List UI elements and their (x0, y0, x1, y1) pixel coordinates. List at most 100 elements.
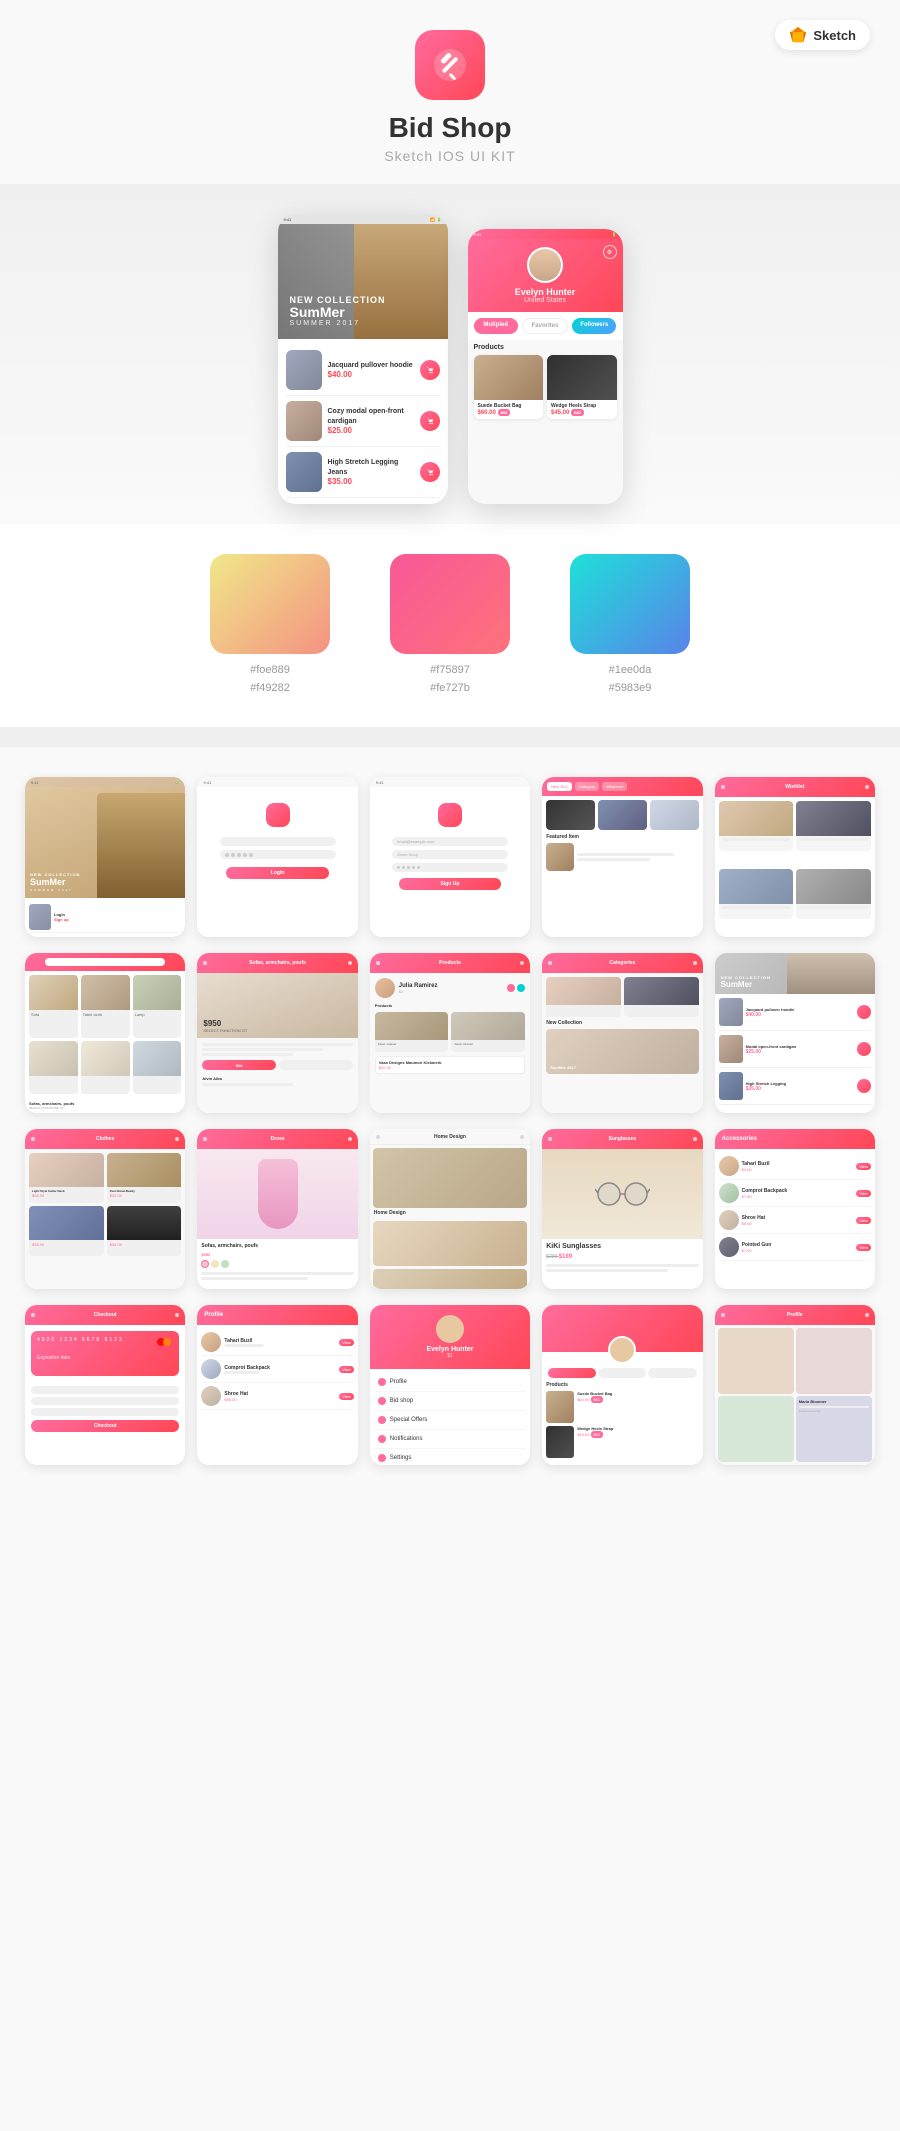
furn-save-btn[interactable] (279, 1060, 353, 1070)
product-card-img-2 (547, 355, 617, 400)
cat-item-img-1 (546, 843, 574, 871)
exp-date-input[interactable] (31, 1397, 179, 1405)
cvv-input[interactable] (31, 1408, 179, 1416)
menu-user-name: Evelyn Hunter (376, 1346, 524, 1353)
fashion-season: SumMer (30, 877, 80, 888)
acc-view-btn-4[interactable]: View (856, 1244, 871, 1251)
pp-tab-3[interactable] (648, 1368, 696, 1378)
menu-item-notifications[interactable]: Notifications (374, 1430, 526, 1449)
cart-btn-3[interactable] (420, 462, 440, 482)
interior-header: Home Design (370, 1129, 530, 1145)
signup-password-field[interactable] (392, 863, 508, 872)
cart-icon[interactable] (517, 984, 525, 992)
app-title: Bid Shop (20, 112, 880, 144)
furn-detail-body: Bid Alvin Alba (197, 1038, 357, 1113)
acc-person-3: Shroe Hat $5.00 View (719, 1207, 871, 1234)
cat-cell-2 (598, 800, 647, 830)
screen-interior: Home Design Home Design (370, 1129, 530, 1289)
tab-mutipled[interactable]: Mutipled (474, 318, 518, 334)
checkout-button[interactable]: Checkout (31, 1420, 179, 1432)
screens-row-3: Clothes Light Style Halter Neck $28.00 (25, 1129, 875, 1289)
color-pink-card (390, 554, 510, 654)
new-shop-grid-top (546, 977, 698, 1017)
coll-cart-1[interactable] (857, 1005, 871, 1019)
fs-cell-2: Table cloth (81, 975, 130, 1038)
menu-item-settings[interactable]: Settings (374, 1449, 526, 1465)
pd-grid: Saver strainer Saver strainer (375, 1012, 525, 1052)
color-teal-label: #1ee0da #5983e9 (570, 662, 690, 697)
wishlist-header: Wishlist (715, 777, 875, 797)
color-yellow-opt[interactable] (211, 1260, 219, 1268)
pl-btn-1[interactable]: View (339, 1339, 354, 1346)
card-num-input[interactable] (31, 1386, 179, 1394)
page-header: Sketch Bid Shop Sketch IOS UI KIT (0, 0, 900, 184)
dress-header: Dress (197, 1129, 357, 1149)
pp-tab-1[interactable] (548, 1368, 596, 1378)
profile-name: Evelyn Hunter (476, 287, 615, 297)
signup-button[interactable]: Sign Up (399, 878, 501, 890)
ns-item-1 (546, 977, 621, 1017)
acc-view-btn-2[interactable]: View (856, 1190, 871, 1197)
signup-email-field[interactable]: email@example.com (392, 837, 508, 846)
pp-tab-2[interactable] (598, 1368, 646, 1378)
screen-product-profile: Products Suede Bucket Bag $60.00 BID Wed… (542, 1305, 702, 1465)
login-button[interactable]: Login (226, 867, 328, 879)
acc-view-btn-1[interactable]: View (856, 1163, 871, 1170)
pl-btn-3[interactable]: View (339, 1393, 354, 1400)
profile-list-header: Profile (197, 1305, 357, 1325)
login-password-field[interactable] (220, 850, 336, 859)
cat-tag-new[interactable]: New 3in1 (547, 782, 572, 791)
mastercard-icon (157, 1337, 173, 1347)
coll-cart-2[interactable] (857, 1042, 871, 1056)
color-pink-label: #f75897 #fe727b (390, 662, 510, 697)
cat-tag-whatever[interactable]: Whatever (602, 782, 627, 791)
tab-followers[interactable]: Followers (572, 318, 616, 334)
cart-btn-2[interactable] (420, 411, 440, 431)
coll-cart-3[interactable] (857, 1079, 871, 1093)
wish-item-2 (796, 801, 871, 851)
seller-avatar (375, 978, 395, 998)
signup-name-field[interactable]: Given Shop (392, 850, 508, 859)
collection-text: New collection SumMer SUMMER 2017 (290, 295, 386, 327)
cat-tag-category[interactable]: Category (575, 782, 599, 791)
menu-item-offers[interactable]: Special Offers (374, 1411, 526, 1430)
login-status: 9:41 (197, 777, 357, 787)
pp-prod-row-1: Suede Bucket Bag $60.00 BID (546, 1391, 698, 1423)
furn-bid-btn[interactable]: Bid (202, 1060, 276, 1070)
clothes-item-4: $35.00 (107, 1206, 182, 1256)
acc-view-btn-3[interactable]: View (856, 1217, 871, 1224)
new-shop-body: New Collection SumMer 2017 (542, 973, 702, 1113)
screen-product-detail: Products Julia Ramirez $1 (370, 953, 530, 1113)
hero-phone-collection: 9:41 📶 🔋 New collection SumMer SUMMER 20… (278, 214, 448, 504)
cat-cell-3 (650, 800, 699, 830)
product-item-2: Cozy modal open-front cardigan $25.00 (286, 396, 440, 447)
login-username-field[interactable] (220, 837, 336, 846)
color-warm-card (210, 554, 330, 654)
sun-description (542, 1264, 702, 1278)
fs-cell-1: Sofa (29, 975, 78, 1038)
cart-btn-1[interactable] (420, 360, 440, 380)
screen-accessories: Accessories Tahari Buzil $4.00 View (715, 1129, 875, 1289)
screen-profile-list: Profile Tahari Buzil View Com (197, 1305, 357, 1465)
fs-cell-6 (133, 1041, 182, 1095)
menu-item-bidshop[interactable]: Bid shop (374, 1392, 526, 1411)
login-logo (266, 803, 290, 827)
menu-item-profile[interactable]: Profile (374, 1373, 526, 1392)
p2-cell-3 (796, 1328, 872, 1394)
screen-login: 9:41 Login (197, 777, 357, 937)
product-card-img-1 (474, 355, 544, 400)
p2-cell-2 (718, 1396, 794, 1462)
featured-label: Featured Item (546, 834, 698, 840)
color-teal-card (570, 554, 690, 654)
color-pink-opt[interactable] (201, 1260, 209, 1268)
app-subtitle: Sketch IOS UI KIT (20, 148, 880, 164)
tab-favorites[interactable]: Favorites (522, 318, 568, 334)
fashion-year: SUMMER 2017 (30, 888, 80, 892)
pl-btn-2[interactable]: View (339, 1366, 354, 1373)
screen-furniture-home: Sofa Table cloth Lamp (25, 953, 185, 1113)
settings-icon[interactable]: ⚙ (603, 245, 617, 259)
status-bar-left: 9:41 📶 🔋 (278, 214, 448, 224)
furniture-search[interactable] (45, 958, 165, 966)
heart-icon[interactable] (507, 984, 515, 992)
color-green-opt[interactable] (221, 1260, 229, 1268)
